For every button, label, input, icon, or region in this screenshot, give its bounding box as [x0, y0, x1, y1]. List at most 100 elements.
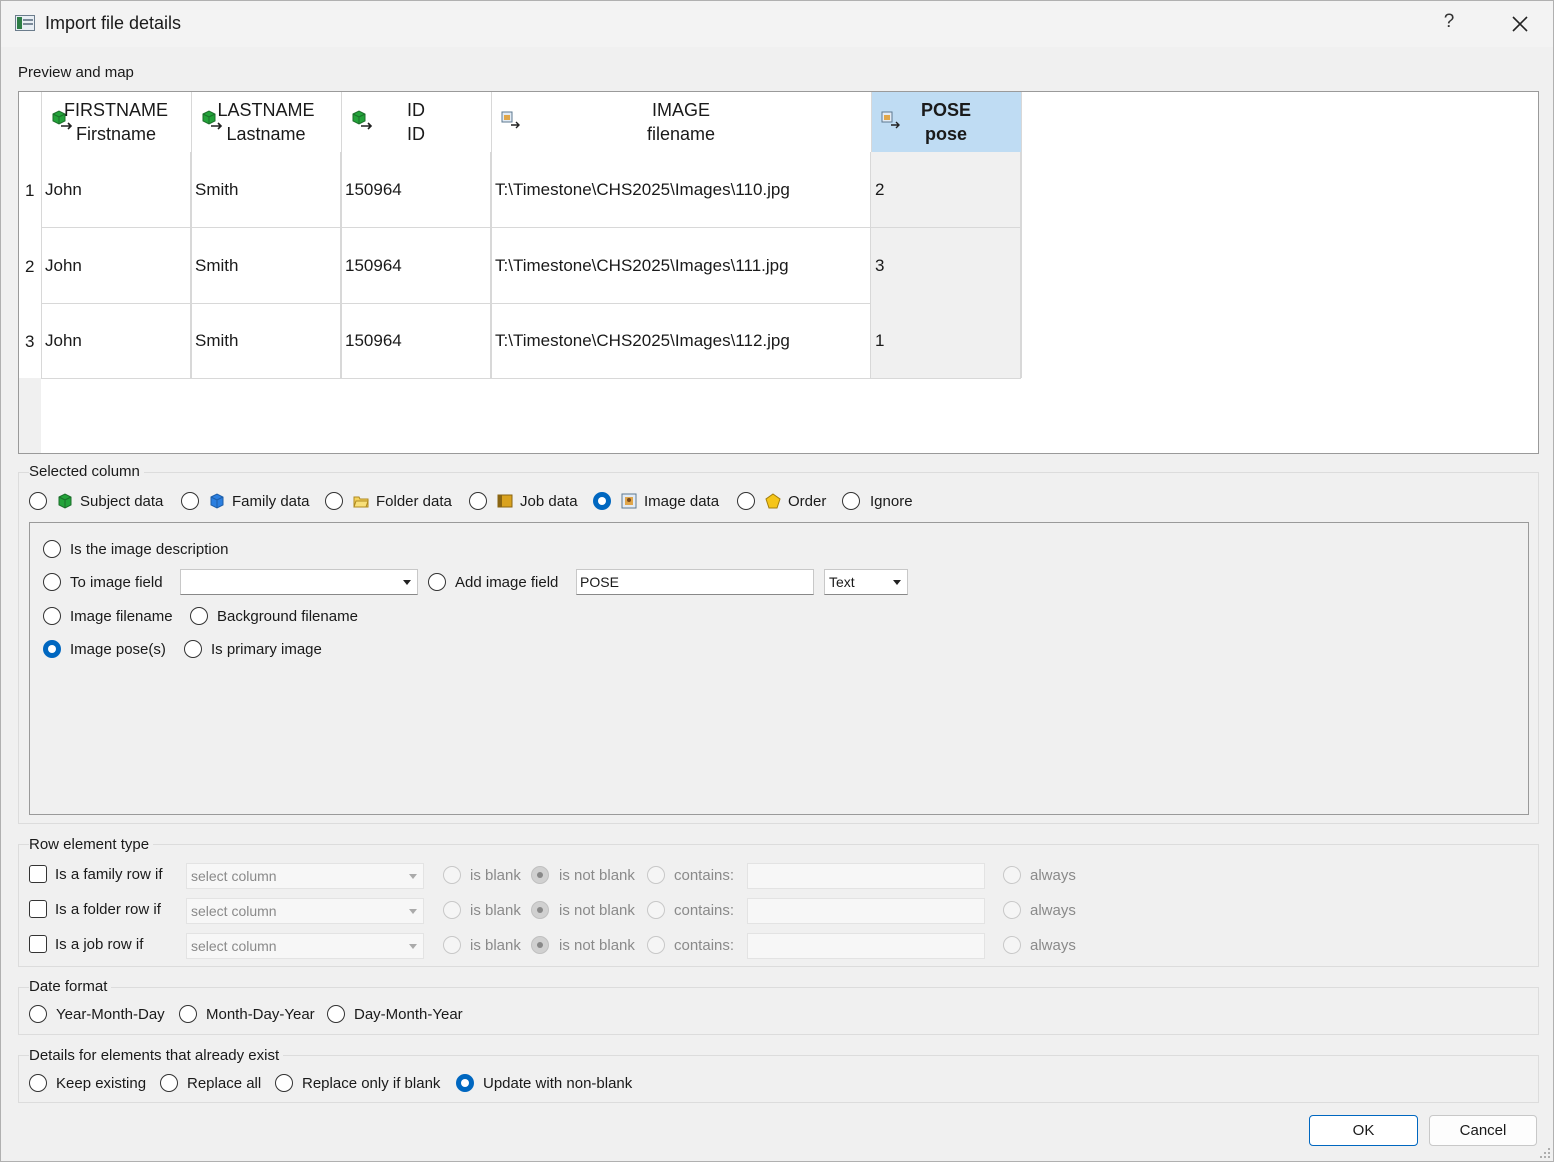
- is-description-radio[interactable]: [43, 540, 61, 558]
- chevron-down-icon: [409, 944, 417, 949]
- type-image-label: Image data: [644, 493, 720, 510]
- table-cell[interactable]: John: [41, 152, 191, 228]
- column-header-lastname[interactable]: LASTNAME Lastname: [191, 92, 341, 152]
- image-poses-radio[interactable]: [43, 640, 61, 658]
- family-always-radio[interactable]: [1003, 866, 1021, 884]
- job-always-radio[interactable]: [1003, 936, 1021, 954]
- preview-grid[interactable]: FIRSTNAME Firstname LASTNAME Lastname ID…: [18, 91, 1539, 454]
- row-element-label: Row element type: [29, 836, 154, 853]
- subject-data-icon: [202, 110, 223, 130]
- table-cell[interactable]: 3: [871, 228, 1021, 304]
- image-poses-label: Image pose(s): [70, 641, 166, 658]
- date-ymd-radio[interactable]: [29, 1005, 47, 1023]
- folder-icon: [353, 496, 369, 508]
- type-job-label: Job data: [520, 493, 578, 510]
- image-field-select[interactable]: [180, 569, 418, 595]
- job-contains-input[interactable]: [747, 933, 985, 959]
- type-family-radio[interactable]: [181, 492, 199, 510]
- folder-contains-input[interactable]: [747, 898, 985, 924]
- background-filename-radio[interactable]: [190, 607, 208, 625]
- folder-always-radio[interactable]: [1003, 901, 1021, 919]
- replace-if-blank-label: Replace only if blank: [302, 1075, 441, 1092]
- replace-all-radio[interactable]: [160, 1074, 178, 1092]
- replace-if-blank-radio[interactable]: [275, 1074, 293, 1092]
- image-data-icon: [501, 111, 520, 129]
- type-image-radio[interactable]: [593, 492, 611, 510]
- table-cell[interactable]: Smith: [191, 303, 341, 379]
- image-options-panel: [29, 522, 1529, 815]
- help-button[interactable]: ?: [1437, 11, 1461, 33]
- cancel-button[interactable]: Cancel: [1429, 1115, 1537, 1146]
- family-row-label: Is a family row if: [55, 866, 163, 883]
- job-is-not-blank-radio[interactable]: [531, 936, 549, 954]
- image-data-icon: [621, 493, 637, 509]
- type-folder-radio[interactable]: [325, 492, 343, 510]
- column-header-firstname[interactable]: FIRSTNAME Firstname: [41, 92, 191, 152]
- date-format-label: Date format: [29, 978, 112, 995]
- row-number: 1: [25, 181, 35, 200]
- family-is-not-blank-radio[interactable]: [531, 866, 549, 884]
- job-is-blank-radio[interactable]: [443, 936, 461, 954]
- table-cell[interactable]: 1: [871, 303, 1021, 379]
- type-subject-label: Subject data: [80, 493, 164, 510]
- is-primary-label: Is primary image: [211, 641, 322, 658]
- image-filename-radio[interactable]: [43, 607, 61, 625]
- table-cell[interactable]: T:\Timestone\CHS2025\Images\110.jpg: [491, 152, 871, 228]
- folder-row-checkbox[interactable]: [29, 900, 47, 918]
- column-header-pose[interactable]: POSE pose: [871, 92, 1021, 152]
- family-row-column-select[interactable]: select column: [186, 863, 424, 889]
- table-cell[interactable]: 150964: [341, 303, 491, 379]
- table-cell[interactable]: T:\Timestone\CHS2025\Images\111.jpg: [491, 228, 871, 304]
- column-header-image[interactable]: IMAGE filename: [491, 92, 871, 152]
- type-family-label: Family data: [232, 493, 310, 510]
- family-contains-radio[interactable]: [647, 866, 665, 884]
- folder-row-label: Is a folder row if: [55, 901, 161, 918]
- import-dialog: Import file details ? Preview and map FI…: [0, 0, 1554, 1162]
- date-dmy-radio[interactable]: [327, 1005, 345, 1023]
- date-mdy-radio[interactable]: [179, 1005, 197, 1023]
- job-contains-radio[interactable]: [647, 936, 665, 954]
- is-description-label: Is the image description: [70, 541, 229, 558]
- add-image-field-input[interactable]: POSE: [576, 569, 814, 595]
- update-non-blank-radio[interactable]: [456, 1074, 474, 1092]
- table-cell[interactable]: 150964: [341, 228, 491, 304]
- table-cell[interactable]: 2: [871, 152, 1021, 228]
- chevron-down-icon: [409, 874, 417, 879]
- folder-row-column-select[interactable]: select column: [186, 898, 424, 924]
- preview-label: Preview and map: [18, 64, 134, 81]
- field-type-select[interactable]: Text: [824, 569, 908, 595]
- job-row-column-select[interactable]: select column: [186, 933, 424, 959]
- column-header-id[interactable]: ID ID: [341, 92, 491, 152]
- window-title: Import file details: [45, 13, 182, 33]
- table-cell[interactable]: John: [41, 303, 191, 379]
- type-ignore-radio[interactable]: [842, 492, 860, 510]
- type-subject-radio[interactable]: [29, 492, 47, 510]
- family-contains-input[interactable]: [747, 863, 985, 889]
- row-number: 3: [25, 332, 35, 351]
- is-primary-radio[interactable]: [184, 640, 202, 658]
- type-order-radio[interactable]: [737, 492, 755, 510]
- table-cell[interactable]: John: [41, 228, 191, 304]
- date-mdy-label: Month-Day-Year: [206, 1006, 315, 1023]
- ok-button[interactable]: OK: [1309, 1115, 1418, 1146]
- family-row-checkbox[interactable]: [29, 865, 47, 883]
- keep-existing-radio[interactable]: [29, 1074, 47, 1092]
- replace-all-label: Replace all: [187, 1075, 262, 1092]
- folder-contains-radio[interactable]: [647, 901, 665, 919]
- to-image-field-radio[interactable]: [43, 573, 61, 591]
- close-icon[interactable]: [1505, 9, 1535, 39]
- chevron-down-icon: [403, 580, 411, 585]
- table-cell[interactable]: Smith: [191, 152, 341, 228]
- folder-is-blank-radio[interactable]: [443, 901, 461, 919]
- table-cell[interactable]: Smith: [191, 228, 341, 304]
- family-is-blank-radio[interactable]: [443, 866, 461, 884]
- add-image-field-radio[interactable]: [428, 573, 446, 591]
- job-row-checkbox[interactable]: [29, 935, 47, 953]
- folder-is-not-blank-radio[interactable]: [531, 901, 549, 919]
- resize-grip-icon[interactable]: [1539, 1147, 1551, 1159]
- job-icon: [497, 494, 513, 508]
- subject-data-icon: [352, 110, 373, 130]
- table-cell[interactable]: T:\Timestone\CHS2025\Images\112.jpg: [491, 303, 871, 379]
- type-job-radio[interactable]: [469, 492, 487, 510]
- table-cell[interactable]: 150964: [341, 152, 491, 228]
